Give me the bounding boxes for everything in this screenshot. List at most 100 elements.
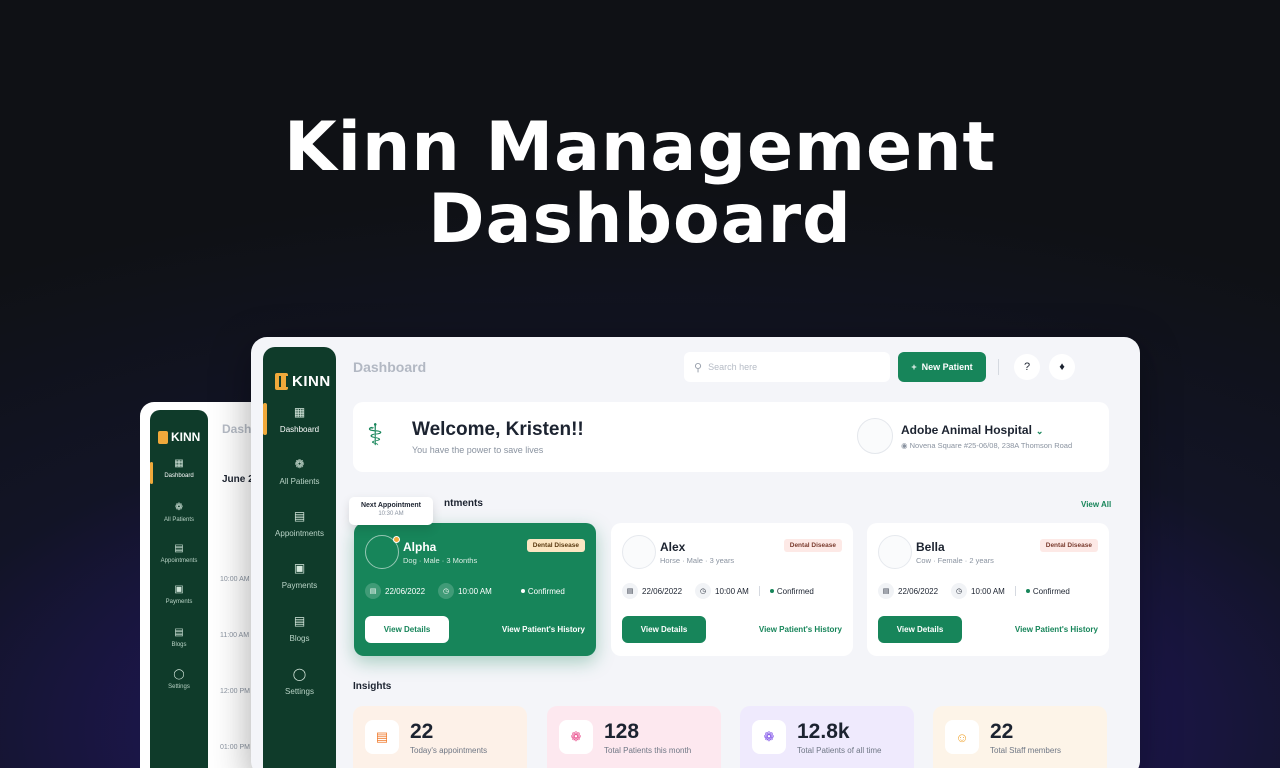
status-text: Confirmed bbox=[527, 586, 565, 596]
diagnosis-badge: Dental Disease bbox=[783, 539, 842, 552]
insight-card-todays-appointments[interactable]: ▤ 22 Today's appointments bbox=[353, 706, 527, 768]
status-text: Confirmed bbox=[776, 586, 814, 596]
patient-avatar bbox=[365, 535, 400, 569]
wallet-icon: ▣ bbox=[293, 561, 306, 575]
view-history-link[interactable]: View Patient's History bbox=[1015, 625, 1098, 634]
diagnosis-badge: Dental Disease bbox=[526, 539, 585, 552]
patient-avatar bbox=[878, 535, 912, 569]
view-details-button[interactable]: View Details bbox=[878, 616, 962, 643]
appointment-info-row: ▤ 22/06/2022 ◷ 10:00 AM Confirmed bbox=[365, 583, 565, 599]
insight-card-staff-members[interactable]: ☺ 22 Total Staff members bbox=[933, 706, 1107, 768]
plus-icon: + bbox=[911, 362, 917, 372]
sidebar-item-label: All Patients bbox=[279, 477, 320, 486]
patient-meta: Dog · Male · 3 Months bbox=[403, 556, 478, 565]
kinn-logo-icon bbox=[275, 373, 288, 390]
insight-label: Total Staff members bbox=[990, 746, 1061, 755]
sidebar: KINN ▦ Dashboard ❁ All Patients ▤ Appoin… bbox=[263, 347, 336, 768]
view-history-link[interactable]: View Patient's History bbox=[502, 625, 585, 634]
appointment-info-row: ▤ 22/06/2022 ◷ 10:00 AM Confirmed bbox=[878, 583, 1070, 599]
hero-title-line2: Dashboard bbox=[428, 180, 852, 259]
insight-card-patients-month[interactable]: ❁ 128 Total Patients this month bbox=[547, 706, 721, 768]
appointment-card: Alpha Dog · Male · 3 Months Dental Disea… bbox=[354, 523, 596, 656]
main-window: KINN ▦ Dashboard ❁ All Patients ▤ Appoin… bbox=[251, 337, 1140, 768]
search-icon: ⚲ bbox=[694, 361, 703, 374]
clock-icon: ◷ bbox=[695, 583, 712, 599]
sidebar-item-all-patients[interactable]: ❁ All Patients bbox=[263, 457, 336, 486]
paw-icon: ❁ bbox=[174, 502, 184, 513]
user-icon: ◯ bbox=[173, 669, 185, 680]
back-time-slot: 01:00 PM bbox=[220, 744, 250, 751]
paw-icon: ❁ bbox=[559, 720, 593, 754]
patient-meta: Cow · Female · 2 years bbox=[916, 556, 994, 565]
help-button[interactable]: ? bbox=[1014, 354, 1040, 380]
blog-icon: ▤ bbox=[174, 627, 184, 638]
calendar-icon: ▤ bbox=[174, 543, 184, 554]
logo[interactable]: KINN bbox=[275, 373, 331, 390]
view-details-button[interactable]: View Details bbox=[622, 616, 706, 643]
patient-name: Bella bbox=[916, 540, 945, 554]
sidebar-item-blogs[interactable]: ▤ Blogs bbox=[263, 614, 336, 643]
stethoscope-icon: ⚕ bbox=[367, 419, 384, 452]
back-nav-blogs[interactable]: ▤ Blogs bbox=[150, 627, 208, 648]
sidebar-item-dashboard[interactable]: ▦ Dashboard bbox=[263, 405, 336, 434]
back-nav-appointments[interactable]: ▤ Appointments bbox=[150, 543, 208, 564]
hospital-name: Adobe Animal Hospital bbox=[901, 423, 1032, 437]
patient-name: Alex bbox=[660, 540, 686, 554]
hospital-avatar bbox=[857, 418, 893, 454]
sidebar-item-label: Settings bbox=[285, 687, 314, 696]
back-time-slot: 11:00 AM bbox=[220, 632, 250, 639]
new-patient-label: New Patient bbox=[921, 362, 973, 372]
patient-meta: Horse · Male · 3 years bbox=[660, 556, 735, 565]
team-icon: ☺ bbox=[945, 720, 979, 754]
welcome-subtitle: You have the power to save lives bbox=[412, 445, 544, 455]
insights-section-title: Insights bbox=[353, 681, 392, 692]
appointment-card: Bella Cow · Female · 2 years Dental Dise… bbox=[867, 523, 1109, 656]
calendar-icon: ▤ bbox=[293, 509, 306, 523]
appointment-info-row: ▤ 22/06/2022 ◷ 10:00 AM Confirmed bbox=[622, 583, 814, 599]
calendar-icon: ▤ bbox=[878, 583, 894, 599]
insight-value: 128 bbox=[604, 720, 640, 743]
back-nav-payments[interactable]: ▣ Payments bbox=[150, 584, 208, 605]
patient-name: Alpha bbox=[403, 540, 437, 554]
insight-card-patients-all-time[interactable]: ❁ 12.8k Total Patients of all time bbox=[740, 706, 914, 768]
sidebar-item-appointments[interactable]: ▤ Appointments bbox=[263, 509, 336, 538]
hospital-selector[interactable]: Adobe Animal Hospital ⌄ bbox=[901, 423, 1043, 437]
back-time-slot: 10:00 AM bbox=[220, 576, 250, 583]
bell-icon: ♦ bbox=[1059, 361, 1065, 373]
search-box[interactable]: ⚲ bbox=[684, 352, 890, 382]
status-dot bbox=[1025, 589, 1030, 593]
sidebar-item-label: Blogs bbox=[289, 634, 310, 643]
clock-icon: ◷ bbox=[438, 583, 455, 599]
new-patient-button[interactable]: + New Patient bbox=[898, 352, 986, 382]
hospital-address: ◉ Novena Square #25-06/08, 238A Thomson … bbox=[901, 441, 1073, 450]
diagnosis-badge: Dental Disease bbox=[1039, 539, 1098, 552]
insight-label: Total Patients of all time bbox=[797, 746, 882, 755]
status-dot bbox=[520, 589, 525, 593]
patient-avatar bbox=[622, 535, 656, 569]
page-title: Dashboard bbox=[353, 359, 427, 375]
back-nav-all-patients[interactable]: ❁ All Patients bbox=[150, 502, 208, 523]
view-details-button[interactable]: View Details bbox=[365, 616, 449, 643]
back-sidebar: KINN ▦ Dashboard ❁ All Patients ▤ Appointme… bbox=[150, 410, 208, 768]
view-history-link[interactable]: View Patient's History bbox=[759, 625, 842, 634]
view-all-link[interactable]: View All bbox=[1081, 500, 1111, 509]
search-input[interactable] bbox=[708, 362, 879, 372]
location-pin-icon: ◉ bbox=[901, 441, 908, 450]
tooltip-title: Next Appointment bbox=[360, 502, 422, 509]
notifications-button[interactable]: ♦ bbox=[1049, 354, 1075, 380]
grid-icon: ▦ bbox=[174, 458, 184, 469]
sidebar-item-payments[interactable]: ▣ Payments bbox=[263, 561, 336, 590]
back-time-slot: 12:00 PM bbox=[220, 688, 250, 695]
logo-text: KINN bbox=[292, 373, 331, 390]
header-divider bbox=[998, 359, 999, 375]
calendar-icon: ▤ bbox=[622, 583, 638, 599]
appointments-section-title: ntments bbox=[444, 498, 483, 509]
back-nav-dashboard[interactable]: ▦ Dashboard bbox=[150, 458, 208, 479]
paw-icon: ❁ bbox=[294, 457, 305, 471]
back-nav-settings[interactable]: ◯ Settings bbox=[150, 669, 208, 690]
calendar-icon: ▤ bbox=[365, 720, 399, 754]
next-appointment-tooltip: Next Appointment 10:30 AM bbox=[349, 497, 433, 525]
help-icon: ? bbox=[1023, 361, 1031, 373]
sidebar-item-settings[interactable]: ◯ Settings bbox=[263, 667, 336, 696]
welcome-card: ⚕ Welcome, Kristen!! You have the power … bbox=[353, 402, 1109, 472]
